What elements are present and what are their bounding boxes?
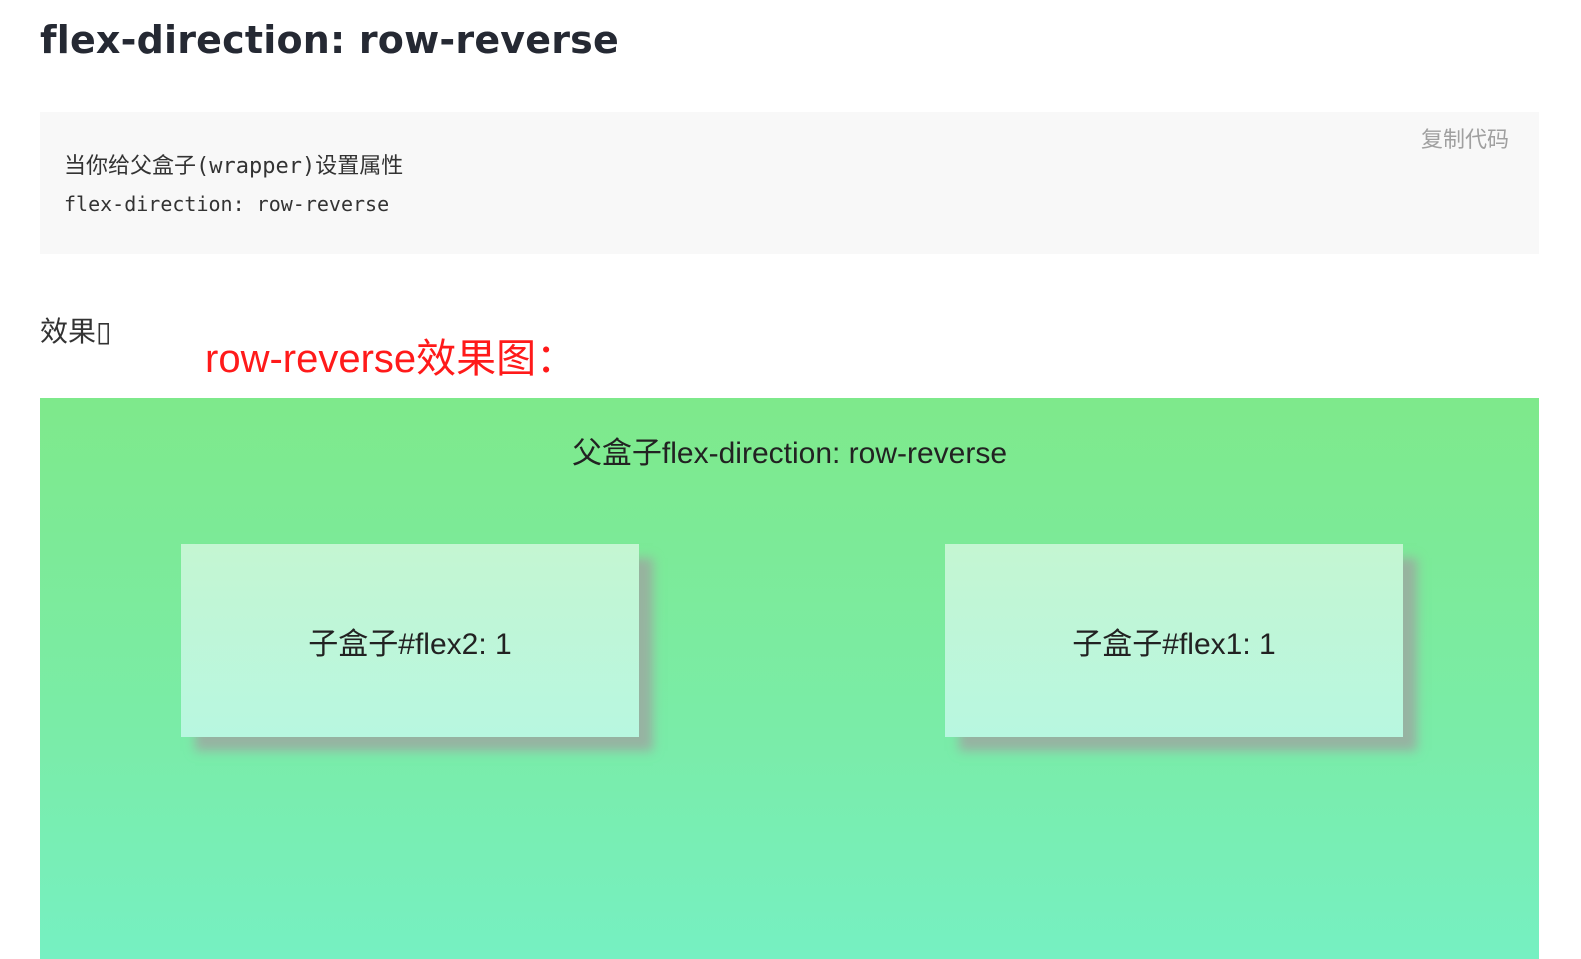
demo-parent-title: 父盒子flex-direction: row-reverse	[571, 437, 1008, 470]
code-block: 复制代码 当你给父盒子(wrapper)设置属性 flex-direction:…	[40, 112, 1539, 254]
child-box-label: 子盒子#flex1: 1	[1072, 627, 1276, 661]
article-page: flex-direction: row-reverse 复制代码 当你给父盒子(…	[0, 0, 1581, 959]
code-line-property: flex-direction: row-reverse	[64, 192, 390, 216]
code-line-comment: 当你给父盒子(wrapper)设置属性	[64, 154, 404, 179]
effect-label: 效果▯	[40, 315, 112, 348]
demo-parent-box: 父盒子flex-direction: row-reverse 子盒子#flex2…	[40, 398, 1539, 959]
demo-child-box-flex2: 子盒子#flex2: 1	[181, 544, 639, 737]
demo-child-box-flex1: 子盒子#flex1: 1	[945, 544, 1403, 737]
child-box-label: 子盒子#flex2: 1	[308, 627, 512, 661]
section-heading: flex-direction: row-reverse	[40, 18, 619, 62]
copy-code-button[interactable]: 复制代码	[1421, 122, 1509, 154]
effect-caption: row-reverse效果图：	[205, 337, 577, 381]
